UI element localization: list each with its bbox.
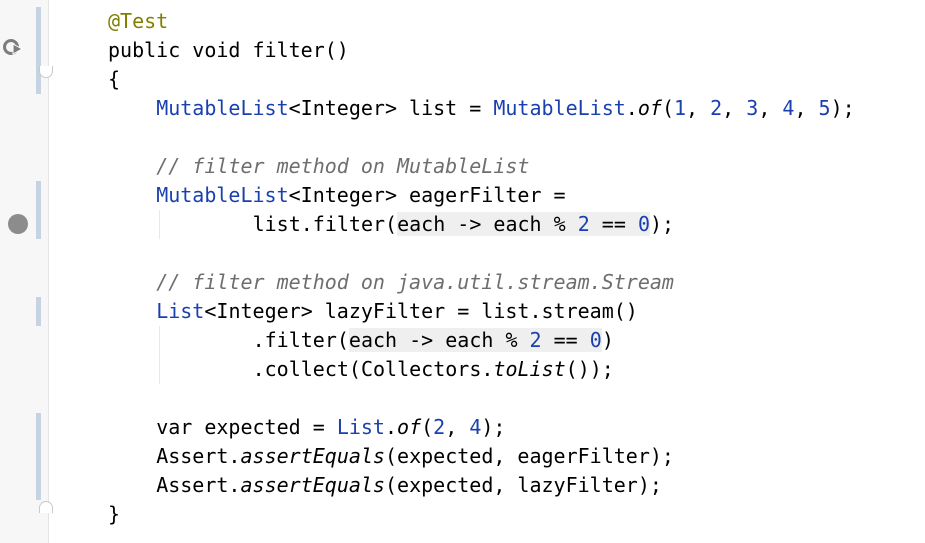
code-token: MutableList [156, 183, 289, 207]
fold-start-icon[interactable] [39, 66, 53, 78]
code-line-11[interactable]: List<Integer> lazyFilter = list.stream() [156, 297, 638, 326]
code-token: , [686, 96, 711, 120]
vcs-change-marker[interactable] [36, 36, 41, 65]
code-token: MutableList [493, 96, 626, 120]
fold-end-icon[interactable] [39, 501, 53, 513]
code-token: <Integer> list = [288, 96, 494, 120]
code-token: Assert. [156, 444, 241, 468]
code-token: 2 [433, 415, 446, 439]
code-line-17[interactable]: Assert.assertEquals(expected, lazyFilter… [156, 471, 662, 500]
code-token: MutableList [156, 96, 289, 120]
code-token: 2 [529, 328, 542, 352]
run-test-icon[interactable] [2, 38, 24, 58]
code-line-16[interactable]: Assert.assertEquals(expected, eagerFilte… [156, 442, 674, 471]
vcs-change-marker[interactable] [36, 210, 41, 239]
code-token: <Integer> lazyFilter = list.stream() [204, 299, 638, 323]
code-token: each -> each % [397, 212, 578, 236]
code-token: ) [601, 328, 614, 352]
indent-guide [159, 326, 161, 384]
code-token: toList [493, 357, 566, 381]
code-line-13[interactable]: .collect(Collectors.toList()); [253, 355, 614, 384]
code-token: ); [830, 96, 855, 120]
code-token: public void filter() [108, 38, 349, 62]
vcs-change-marker[interactable] [36, 442, 41, 471]
code-line-12[interactable]: .filter(each -> each % 2 == 0) [253, 326, 614, 355]
code-token: 2 [577, 212, 590, 236]
code-token: ( [421, 415, 434, 439]
code-token: , [445, 415, 470, 439]
vcs-change-marker[interactable] [36, 413, 41, 442]
code-token: , [794, 96, 819, 120]
code-token: 2 [710, 96, 723, 120]
code-line-10[interactable]: // filter method on java.util.stream.Str… [156, 268, 674, 297]
code-token: 0 [589, 328, 602, 352]
code-token: } [108, 502, 121, 526]
code-token: .filter( [252, 328, 349, 352]
code-token: <Integer> eagerFilter = [288, 183, 566, 207]
code-token: .collect(Collectors. [252, 357, 494, 381]
indent-guide [159, 210, 161, 239]
code-token: ( [661, 96, 674, 120]
code-token: , [758, 96, 783, 120]
code-line-1[interactable]: @Test [108, 7, 168, 36]
code-token: List [156, 299, 205, 323]
code-token: 4 [782, 96, 795, 120]
code-line-7[interactable]: MutableList<Integer> eagerFilter = [156, 181, 565, 210]
code-token: 5 [818, 96, 831, 120]
code-token: List [336, 415, 385, 439]
vcs-change-marker[interactable] [36, 181, 41, 210]
code-line-18[interactable]: } [108, 500, 120, 529]
code-token: Assert. [156, 473, 241, 497]
code-token: ); [649, 212, 675, 236]
code-line-3[interactable]: { [108, 65, 120, 94]
code-token: (expected, lazyFilter); [384, 473, 662, 497]
code-token: each -> each % [348, 328, 530, 352]
code-token: { [108, 67, 121, 91]
code-line-2[interactable]: public void filter() [108, 36, 349, 65]
vcs-change-marker[interactable] [36, 297, 41, 326]
gutter-divider [48, 0, 49, 543]
code-token: 0 [637, 212, 650, 236]
code-token: . [384, 415, 398, 439]
code-token: list.filter( [252, 212, 398, 236]
code-line-4[interactable]: MutableList<Integer> list = MutableList.… [156, 94, 855, 123]
vcs-change-marker[interactable] [36, 471, 41, 500]
code-token: 4 [469, 415, 482, 439]
breakpoint-icon[interactable] [8, 214, 28, 234]
code-token: == [589, 212, 638, 236]
code-token: var expected = [156, 415, 337, 439]
code-token: assertEquals [240, 444, 385, 468]
code-token: assertEquals [240, 473, 385, 497]
code-token: ); [481, 415, 506, 439]
code-token: . [625, 96, 638, 120]
code-line-15[interactable]: var expected = List.of(2, 4); [156, 413, 505, 442]
code-token: == [541, 328, 590, 352]
code-token: , [722, 96, 747, 120]
code-token: 3 [746, 96, 759, 120]
code-line-8[interactable]: list.filter(each -> each % 2 == 0); [253, 210, 674, 239]
code-token: // filter method on java.util.stream.Str… [156, 270, 674, 294]
code-token: of [637, 96, 662, 120]
code-token: ()); [565, 357, 614, 381]
code-token: 1 [673, 96, 687, 120]
code-token: of [397, 415, 422, 439]
code-line-6[interactable]: // filter method on MutableList [156, 152, 529, 181]
code-token: // filter method on MutableList [156, 154, 530, 178]
vcs-change-marker[interactable] [36, 7, 41, 36]
code-token: @Test [108, 9, 169, 33]
code-token: (expected, eagerFilter); [384, 444, 674, 468]
